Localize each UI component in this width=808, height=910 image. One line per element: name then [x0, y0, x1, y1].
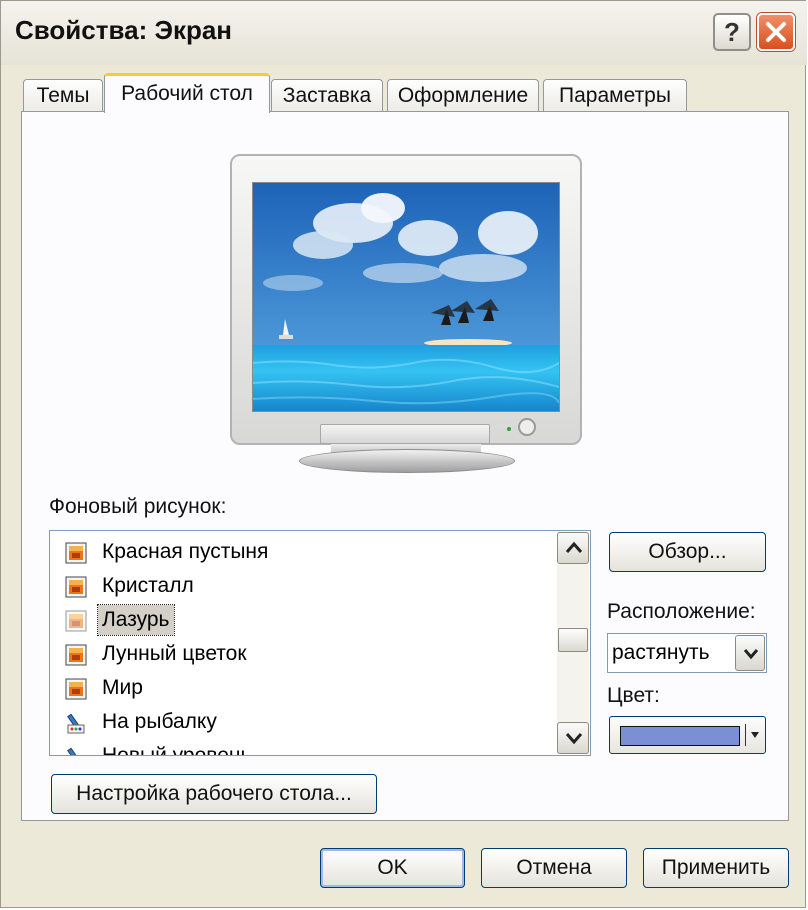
customize-desktop-label: Настройка рабочего стола... [76, 782, 352, 805]
power-button-icon [518, 418, 536, 436]
browse-button-label: Обзор... [648, 540, 727, 563]
chevron-down-icon [743, 649, 759, 660]
wallpaper-list[interactable]: Красная пустыня Кристалл Лазурь Лунный ц… [49, 530, 591, 756]
tab-label: Рабочий стол [121, 82, 253, 105]
wallpaper-list-scrollbar[interactable] [557, 532, 589, 754]
tab-desktop[interactable]: Рабочий стол [104, 73, 270, 113]
caret-down-icon [751, 732, 759, 738]
tab-label: Темы [36, 84, 90, 107]
wallpaper-item-label: Лунный цветок [102, 642, 247, 665]
help-button[interactable]: ? [713, 13, 751, 51]
monitor-slot [320, 424, 490, 444]
image-file-icon [65, 542, 87, 564]
close-icon [766, 22, 786, 42]
tab-label: Оформление [397, 84, 529, 107]
image-file-icon [65, 610, 87, 632]
tab-screensaver[interactable]: Заставка [271, 79, 383, 112]
cancel-button[interactable]: Отмена [481, 848, 627, 888]
ok-button[interactable]: OK [320, 848, 465, 888]
position-label: Расположение: [607, 600, 756, 623]
scroll-down-button[interactable] [557, 722, 589, 754]
scroll-up-button[interactable] [557, 532, 589, 564]
title-bar[interactable]: Свойства: Экран ? [1, 1, 807, 65]
tab-settings[interactable]: Параметры [543, 79, 687, 112]
paint-file-icon [67, 713, 85, 734]
wallpaper-item-label: На рыбалку [102, 710, 217, 733]
wallpaper-item-label: Мир [102, 676, 143, 699]
apply-label: Применить [661, 856, 771, 879]
tab-appearance[interactable]: Оформление [387, 79, 539, 112]
monitor-power-led [507, 427, 511, 431]
chevron-up-icon [565, 541, 583, 553]
chevron-down-icon [565, 733, 583, 745]
close-button[interactable] [757, 13, 795, 51]
window-title: Свойства: Экран [15, 15, 233, 45]
position-dropdown-button[interactable] [735, 635, 765, 671]
tab-label: Заставка [282, 84, 372, 107]
color-label: Цвет: [607, 684, 660, 707]
scroll-thumb[interactable] [558, 628, 588, 652]
wallpaper-item-label: Кристалл [102, 574, 194, 597]
help-icon: ? [724, 17, 740, 47]
position-select[interactable]: растянуть [607, 633, 767, 673]
image-file-icon [65, 644, 87, 666]
paint-file-icon [67, 747, 81, 755]
position-value: растянуть [612, 641, 710, 664]
tab-label: Параметры [559, 84, 671, 107]
browse-button[interactable]: Обзор... [609, 532, 766, 572]
image-file-icon [65, 576, 87, 598]
monitor-preview [230, 154, 582, 445]
color-swatch [620, 726, 740, 746]
apply-button[interactable]: Применить [643, 848, 789, 888]
image-file-icon [65, 678, 87, 700]
customize-desktop-button[interactable]: Настройка рабочего стола... [51, 774, 377, 814]
color-separator [745, 724, 746, 746]
ok-label: OK [377, 856, 408, 879]
wallpaper-item-label: Лазурь [97, 604, 175, 636]
wallpaper-preview-image [252, 182, 560, 412]
monitor-stand-base [299, 449, 515, 473]
wallpaper-item-label: Красная пустыня [102, 540, 269, 563]
tab-themes[interactable]: Темы [23, 79, 103, 112]
wallpaper-item-label: Новый уровень [102, 744, 252, 756]
wallpaper-label: Фоновый рисунок: [49, 495, 227, 518]
display-properties-window: Свойства: Экран ? Темы Рабочий стол Заст… [0, 0, 807, 908]
cancel-label: Отмена [516, 856, 592, 879]
color-picker-button[interactable] [609, 716, 766, 754]
